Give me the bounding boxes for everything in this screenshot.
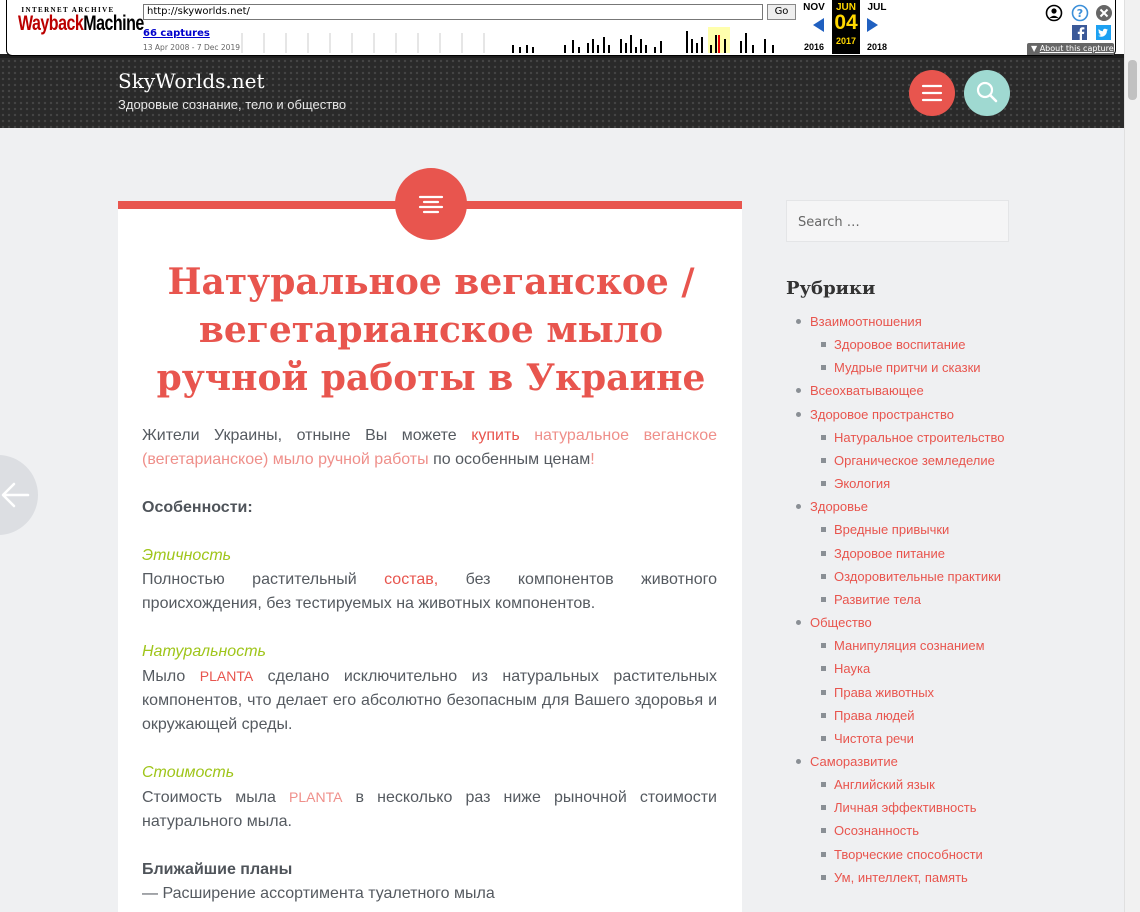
page-scrollbar[interactable] [1124,0,1140,912]
category-link[interactable]: Английский язык [786,773,1026,796]
wayback-logo[interactable]: INTERNET ARCHIVE WaybackMachine [18,6,144,48]
planta-link[interactable]: PLANTA [289,789,342,805]
category-link[interactable]: Органическое земледелие [786,449,1026,472]
plans-heading: Ближайшие планы [142,861,293,878]
category-link[interactable]: Манипуляция сознанием [786,634,1026,657]
site-header: SkyWorlds.net Здоровые сознание, тело и … [0,58,1124,128]
twitter-icon[interactable] [1096,25,1111,40]
site-title[interactable]: SkyWorlds.net [118,69,265,93]
category-link[interactable]: Всеохватывающее [786,379,1026,402]
wayback-go-button[interactable]: Go [767,4,796,20]
user-account-icon[interactable] [1045,4,1063,22]
composition-link[interactable]: состав, [384,571,438,588]
wayback-logo-main: WaybackMachine [18,13,144,36]
facebook-icon[interactable] [1072,25,1087,40]
help-icon[interactable]: ? [1071,4,1089,22]
natural-section: Натуральность Мыло PLANTA сделано исключи… [142,643,718,733]
arrow-left-icon [1,482,30,508]
close-icon[interactable] [1095,4,1113,22]
planta-link[interactable]: PLANTA [200,668,253,684]
scrollbar-thumb[interactable] [1128,60,1137,100]
category-link[interactable]: Личная эффективность [786,796,1026,819]
entry-title: Натуральное веганское / вегетарианское м… [156,261,706,399]
wayback-prev-year[interactable]: 2016 [799,42,829,52]
site-description: Здоровые сознание, тело и общество [118,97,347,112]
category-link[interactable]: Взаимоотношения [786,310,1026,333]
wayback-next-year[interactable]: 2018 [862,42,892,52]
ethics-title: Этичность [142,547,232,564]
search-icon [976,81,998,103]
categories-list: Взаимоотношения Здоровое воспитание Мудрые… [786,310,1026,889]
category-link[interactable]: Творческие способности [786,843,1026,866]
text-lines-icon [418,195,444,214]
category-link[interactable]: Наука [786,657,1026,680]
wayback-date-range: 13 Apr 2008 - 7 Dec 2019 [143,43,240,52]
menu-toggle-button[interactable] [909,70,955,116]
category-link[interactable]: Здоровое питание [786,542,1026,565]
natural-title: Натуральность [142,643,266,660]
ethics-section: Этичность Полностью растительный состав, … [142,547,717,612]
features-heading: Особенности: [142,499,253,516]
wayback-current-date: JUN 04 2017 [832,0,860,54]
categories-widget-title: Рубрики [786,278,876,299]
category-link[interactable]: Права животных [786,681,1026,704]
category-link[interactable]: Общество [786,611,1026,634]
intro-paragraph: Жители Украины, отныне Вы можете купить … [142,427,718,468]
svg-text:?: ? [1077,7,1083,20]
wayback-prev-arrow-icon[interactable] [813,18,824,32]
category-link[interactable]: Чистота речи [786,727,1026,750]
wayback-toolbar: INTERNET ARCHIVE WaybackMachine http://s… [0,0,1140,58]
category-link[interactable]: Экология [786,472,1026,495]
wayback-url-input[interactable]: http://skyworlds.net/ [143,4,763,20]
wayback-next-arrow-icon[interactable] [867,18,878,32]
sidebar-search-input[interactable]: Search … [786,200,1009,242]
wayback-prev-month[interactable]: NOV [799,2,829,13]
entry-content: Жители Украины, отныне Вы можете купить … [142,424,717,906]
buy-link[interactable]: купить [471,427,519,444]
wayback-capture-sparkline[interactable] [240,25,795,53]
wayback-current-day: 04 [834,11,858,34]
plan-item: — Расширение ассортимента туалетного мыл… [142,885,495,902]
category-link[interactable]: Вредные привычки [786,518,1026,541]
category-link[interactable]: Права людей [786,704,1026,727]
category-link[interactable]: Ум, интеллект, память [786,866,1026,889]
wayback-current-year: 2017 [835,36,857,46]
category-link[interactable]: Осознанность [786,819,1026,842]
post-format-badge [395,168,467,240]
category-link[interactable]: Развитие тела [786,588,1026,611]
category-link[interactable]: Здоровое пространство [786,403,1026,426]
category-link[interactable]: Натуральное строительство [786,426,1026,449]
cost-title: Стоимость [142,764,235,781]
hamburger-icon [921,84,943,102]
wayback-captures-link[interactable]: 66 captures [143,28,210,39]
category-link[interactable]: Здоровье [786,495,1026,518]
category-link[interactable]: Здоровое воспитание [786,333,1026,356]
category-link[interactable]: Мудрые притчи и сказки [786,356,1026,379]
previous-post-button[interactable] [0,455,38,535]
category-link[interactable]: Саморазвитие [786,750,1026,773]
search-toggle-button[interactable] [964,70,1010,116]
wayback-next-month[interactable]: JUL [862,2,892,13]
cost-section: Стоимость Стоимость мыла PLANTA в несколь… [142,764,717,830]
wayback-about-capture[interactable]: ▼ About this capture [1027,43,1114,55]
category-link[interactable]: Оздоровительные практики [786,565,1026,588]
plans-section: Ближайшие планы — Расширение ассортимента… [142,858,717,906]
